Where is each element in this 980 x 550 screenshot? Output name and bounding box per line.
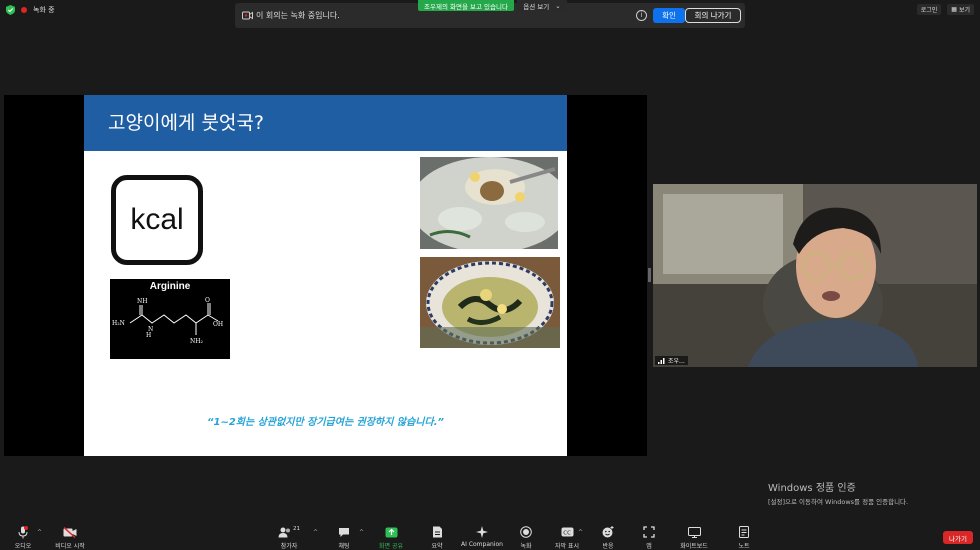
participant-video-frame xyxy=(653,184,977,367)
leave-meeting-button[interactable]: 회의 나가기 xyxy=(685,8,741,23)
participants-caret-icon[interactable]: ^ xyxy=(313,529,318,536)
whiteboard-label: 화이트보드 xyxy=(680,543,708,550)
whiteboard-button[interactable]: 화이트보드 xyxy=(671,525,717,550)
top-right-controls: 로그인 ▦ 보기 xyxy=(916,4,974,15)
soup-photo-top xyxy=(420,157,558,249)
summary-label: 요약 xyxy=(431,543,443,550)
audio-caret-icon[interactable]: ^ xyxy=(37,529,42,536)
captions-label: 자막 표시 xyxy=(555,543,579,550)
slide-header: 고양이에게 붓엇국? xyxy=(84,95,567,151)
arginine-structure-image: Arginine NH H₂N N H O OH NH₂ xyxy=(110,279,230,359)
reactions-button[interactable]: 반응 xyxy=(585,525,631,550)
chat-label: 채팅 xyxy=(338,543,350,550)
video-button[interactable]: 비디오 시작 xyxy=(47,525,93,550)
slide-title: 고양이에게 붓엇국? xyxy=(108,112,264,134)
captions-caret-icon[interactable]: ^ xyxy=(578,529,583,536)
svg-text:H₂N: H₂N xyxy=(112,320,125,327)
chevron-down-icon: ⌄ xyxy=(555,1,561,10)
svg-text:CC: CC xyxy=(563,530,571,536)
notes-button[interactable]: 노트 xyxy=(721,525,767,550)
video-label: 비디오 시작 xyxy=(55,543,85,550)
share-banner: 조우제의 화면을 보고 있습니다 xyxy=(418,0,514,11)
video-off-icon xyxy=(62,525,78,539)
panel-resize-handle[interactable] xyxy=(648,268,651,282)
record-label: 녹화 xyxy=(520,543,532,550)
view-options-button[interactable]: 옵션 보기 ⌄ xyxy=(517,0,567,11)
shared-screen[interactable]: 고양이에게 붓엇국? kcal Arginine NH H₂N N H O OH… xyxy=(4,95,647,456)
svg-text:O: O xyxy=(205,297,210,304)
view-button[interactable]: ▦ 보기 xyxy=(947,4,974,15)
microphone-icon xyxy=(15,525,31,539)
summary-button[interactable]: 요약 xyxy=(414,525,460,550)
windows-activation-subtitle: [설정]으로 이동하여 Windows를 정품 인증합니다. xyxy=(768,498,909,506)
share-screen-icon xyxy=(383,525,399,539)
record-icon xyxy=(518,525,534,539)
participants-count: 21 xyxy=(293,526,300,532)
apps-label: 앱 xyxy=(646,543,652,550)
reactions-label: 반응 xyxy=(602,543,614,550)
recording-camera-icon xyxy=(242,11,253,20)
meeting-toolbar: 오디오 ^ 비디오 시작 21 참가자 ^ 채팅 ^ 화면 공유 요약 AI C… xyxy=(0,517,980,550)
apps-button[interactable]: 앱 xyxy=(626,525,672,550)
audio-label: 오디오 xyxy=(14,543,32,550)
kcal-icon: kcal xyxy=(111,175,203,265)
recording-dot-icon xyxy=(21,7,27,13)
login-button[interactable]: 로그인 xyxy=(916,4,942,15)
chat-caret-icon[interactable]: ^ xyxy=(359,529,364,536)
record-button[interactable]: 녹화 xyxy=(503,525,549,550)
soup-photo-bottom xyxy=(420,257,560,348)
ai-sparkle-icon xyxy=(474,525,490,539)
ai-companion-button[interactable]: AI Companion xyxy=(459,525,505,548)
ai-companion-label: AI Companion xyxy=(461,541,503,548)
recording-notice-text: 이 회의는 녹화 중입니다. xyxy=(256,11,340,20)
svg-text:NH: NH xyxy=(137,298,147,305)
participant-video[interactable]: 조우... xyxy=(653,184,977,367)
participants-button[interactable]: 21 참가자 xyxy=(266,525,312,550)
summary-icon xyxy=(429,525,445,539)
signal-icon xyxy=(658,357,665,364)
recording-label: 녹화 중 xyxy=(33,6,55,14)
arginine-label: Arginine xyxy=(149,281,191,292)
participant-name: 조우... xyxy=(668,358,685,365)
windows-activation-title: Windows 정품 인증 xyxy=(768,483,856,494)
windows-activation-watermark: Windows 정품 인증 [설정]으로 이동하여 Windows를 정품 인증… xyxy=(768,479,908,506)
slide-quote: “1~2회는 상관없지만 장기급여는 권장하지 않습니다.” xyxy=(207,417,444,428)
arginine-molecule-diagram: NH H₂N N H O OH NH₂ xyxy=(112,297,223,345)
kcal-label: kcal xyxy=(130,203,184,236)
captions-button[interactable]: CC 자막 표시 xyxy=(544,525,590,550)
participants-label: 참가자 xyxy=(280,543,298,550)
notes-icon xyxy=(736,525,752,539)
leave-button[interactable]: 나가기 xyxy=(943,531,973,544)
notes-label: 노트 xyxy=(738,543,750,550)
whiteboard-icon xyxy=(686,525,702,539)
captions-icon: CC xyxy=(559,525,575,539)
grid-icon: ▦ xyxy=(951,6,957,13)
chat-icon xyxy=(336,525,352,539)
confirm-button[interactable]: 확인 xyxy=(653,8,685,23)
share-screen-button[interactable]: 화면 공유 xyxy=(368,525,414,550)
view-label: 보기 xyxy=(958,7,970,14)
recording-status: 녹화 중 xyxy=(6,4,55,16)
participant-name-tag: 조우... xyxy=(655,356,688,365)
reactions-icon xyxy=(600,525,616,539)
share-screen-label: 화면 공유 xyxy=(379,543,403,550)
svg-text:NH₂: NH₂ xyxy=(190,338,203,345)
svg-text:OH: OH xyxy=(213,321,223,328)
presentation-slide: 고양이에게 붓엇국? kcal Arginine NH H₂N N H O OH… xyxy=(84,95,567,456)
participants-icon: 21 xyxy=(276,525,302,539)
svg-text:H: H xyxy=(146,332,151,339)
apps-icon xyxy=(641,525,657,539)
view-options-label: 옵션 보기 xyxy=(523,2,550,11)
shield-icon xyxy=(6,5,15,15)
info-icon[interactable]: i xyxy=(636,10,647,21)
